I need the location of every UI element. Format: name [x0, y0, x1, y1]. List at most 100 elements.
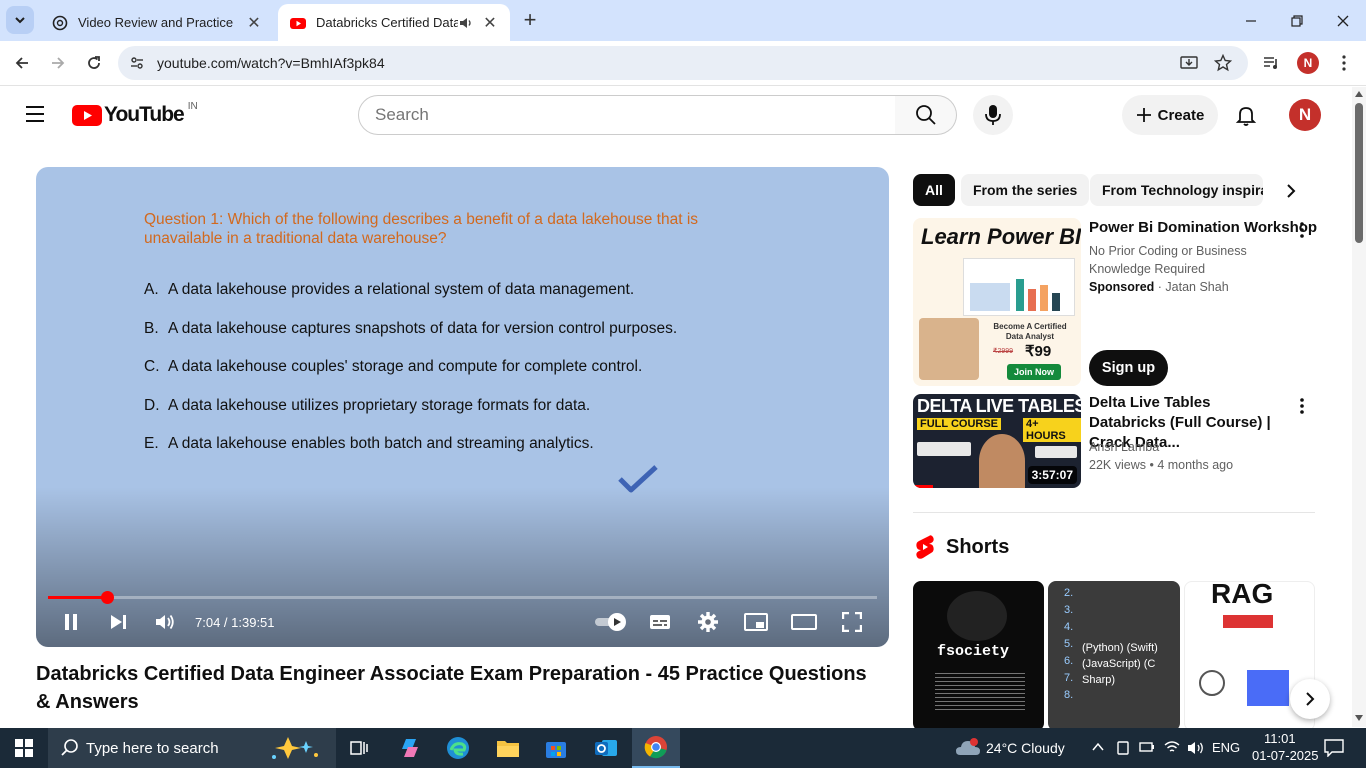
tray-expand-icon[interactable]	[1092, 742, 1104, 752]
search-highlight-icon	[272, 737, 318, 759]
miniplayer-button[interactable]	[740, 608, 772, 636]
ad-thumbnail[interactable]: Learn Power BI Become A Certified Data A…	[913, 218, 1081, 386]
shorts-next-button[interactable]	[1290, 679, 1330, 719]
bookmark-star-icon[interactable]	[1214, 54, 1232, 72]
mute-button[interactable]	[149, 608, 181, 636]
llm-box-graphic	[1223, 615, 1273, 628]
recommendation-channel[interactable]: Ansh Lamba	[1089, 438, 1159, 456]
outlook-button[interactable]	[582, 728, 630, 768]
task-view-button[interactable]	[336, 728, 384, 768]
weather-text[interactable]: 24°C Cloudy	[986, 740, 1065, 756]
ad-title[interactable]: Power Bi Domination Workshop	[1089, 218, 1317, 238]
arrow-right-icon	[52, 57, 65, 69]
chrome-button[interactable]	[632, 728, 680, 768]
voice-search-button[interactable]	[973, 95, 1013, 135]
notification-center-icon[interactable]	[1324, 739, 1344, 757]
database-graphic	[1199, 670, 1225, 696]
minimize-button[interactable]	[1228, 0, 1274, 41]
subtitles-button[interactable]	[644, 608, 676, 636]
copilot-button[interactable]	[386, 728, 434, 768]
file-explorer-button[interactable]	[484, 728, 532, 768]
media-control-button[interactable]	[1258, 49, 1286, 77]
progress-scrubber[interactable]	[100, 591, 114, 604]
windows-logo-icon	[15, 739, 33, 757]
restore-button[interactable]	[1274, 0, 1320, 41]
browser-profile-avatar[interactable]: N	[1297, 52, 1319, 74]
answer-option: A. A data lakehouse provides a relational…	[144, 281, 634, 299]
chips-next-button[interactable]	[1278, 178, 1304, 204]
restore-icon	[1291, 14, 1303, 27]
next-button[interactable]	[102, 608, 134, 636]
short-label: fsociety	[937, 643, 1010, 660]
new-tab-button[interactable]: +	[518, 7, 542, 32]
scroll-thumb[interactable]	[1355, 103, 1363, 243]
create-button[interactable]: Create	[1122, 95, 1218, 135]
task-view-icon	[350, 741, 368, 755]
forward-button[interactable]	[44, 49, 72, 77]
tab-search-button[interactable]	[6, 6, 34, 34]
battery-icon[interactable]	[1139, 741, 1155, 753]
short-label: RAG	[1211, 581, 1274, 609]
close-icon	[1337, 15, 1349, 26]
store-button[interactable]	[532, 728, 580, 768]
theater-mode-button[interactable]	[788, 608, 820, 636]
chip-from-the-series[interactable]: From the series	[961, 174, 1090, 206]
browser-menu-button[interactable]	[1330, 49, 1358, 77]
option-text: A data lakehouse captures snapshots of d…	[168, 320, 678, 337]
account-avatar[interactable]: N	[1289, 99, 1321, 131]
close-tab-icon[interactable]: ✕	[246, 15, 262, 32]
option-letter: C.	[144, 358, 160, 375]
notifications-button[interactable]	[1234, 103, 1260, 129]
short-thumbnail[interactable]: 2. 3. 4. 5. 6. 7. 8. (Python) (Swift) (JavaScr…	[1048, 581, 1180, 731]
search-input[interactable]	[375, 105, 875, 125]
search-button[interactable]	[895, 95, 957, 135]
recommendation-menu-button[interactable]	[1292, 394, 1312, 418]
ad-signup-button[interactable]: Sign up	[1089, 350, 1168, 386]
address-bar[interactable]: youtube.com/watch?v=BmhIAf3pk84	[118, 46, 1248, 80]
browser-tab-active[interactable]: Databricks Certified Data Engineer Assoc…	[278, 4, 510, 41]
speaker-icon[interactable]	[1187, 740, 1205, 756]
thumb-sub-label: 4+ HOURS	[1023, 418, 1081, 442]
edge-button[interactable]	[434, 728, 482, 768]
option-letter: A.	[144, 281, 159, 298]
close-window-button[interactable]	[1320, 0, 1366, 41]
youtube-logo[interactable]: YouTube IN	[72, 101, 198, 127]
plus-icon	[1136, 108, 1151, 122]
chip-from-technology[interactable]: From Technology inspirat	[1090, 174, 1263, 206]
option-text: A data lakehouse enables both batch and …	[168, 435, 594, 452]
taskbar-search[interactable]: Type here to search	[48, 728, 336, 768]
audio-playing-icon[interactable]	[458, 15, 474, 31]
chip-all[interactable]: All	[913, 174, 955, 206]
install-app-icon[interactable]	[1180, 55, 1198, 71]
recommendation-thumbnail[interactable]: DELTA LIVE TABLES FULL COURSE 4+ HOURS 3…	[913, 394, 1081, 488]
scroll-up-icon[interactable]	[1355, 91, 1363, 97]
short-label: (Python) (Swift) (JavaScript) (C Sharp)	[1082, 642, 1158, 686]
search-box[interactable]	[358, 95, 896, 135]
page-scrollbar[interactable]	[1352, 87, 1366, 727]
pause-button[interactable]	[55, 608, 87, 636]
clock-date[interactable]: 01-07-2025	[1252, 748, 1319, 763]
reload-button[interactable]	[80, 49, 108, 77]
start-button[interactable]	[0, 728, 48, 768]
site-info-icon[interactable]	[129, 55, 145, 71]
browser-toolbar: youtube.com/watch?v=BmhIAf3pk84 N	[0, 41, 1366, 86]
back-button[interactable]	[8, 49, 36, 77]
input-language[interactable]: ENG	[1212, 740, 1240, 755]
autoplay-toggle[interactable]	[591, 608, 631, 636]
wifi-icon[interactable]	[1164, 740, 1180, 754]
close-tab-icon[interactable]: ✕	[482, 15, 498, 32]
recommendation-stats: 22K views • 4 months ago	[1089, 458, 1234, 472]
video-player[interactable]: Question 1: Which of the following descr…	[36, 167, 889, 647]
ad-menu-button[interactable]	[1292, 218, 1312, 242]
settings-button[interactable]	[692, 608, 724, 636]
meet-now-icon[interactable]	[1116, 740, 1130, 756]
guide-menu-button[interactable]	[24, 105, 48, 125]
progress-bar[interactable]	[48, 591, 877, 604]
browser-tab-inactive[interactable]: Video Review and Practice ✕	[40, 4, 274, 41]
short-thumbnail[interactable]: fsociety	[913, 581, 1044, 731]
fullscreen-button[interactable]	[836, 608, 868, 636]
ad-thumb-price: ₹99	[1025, 343, 1052, 360]
scroll-down-icon[interactable]	[1355, 715, 1363, 721]
clock-time[interactable]: 11:01	[1264, 731, 1296, 746]
context-box-graphic	[1247, 670, 1289, 706]
